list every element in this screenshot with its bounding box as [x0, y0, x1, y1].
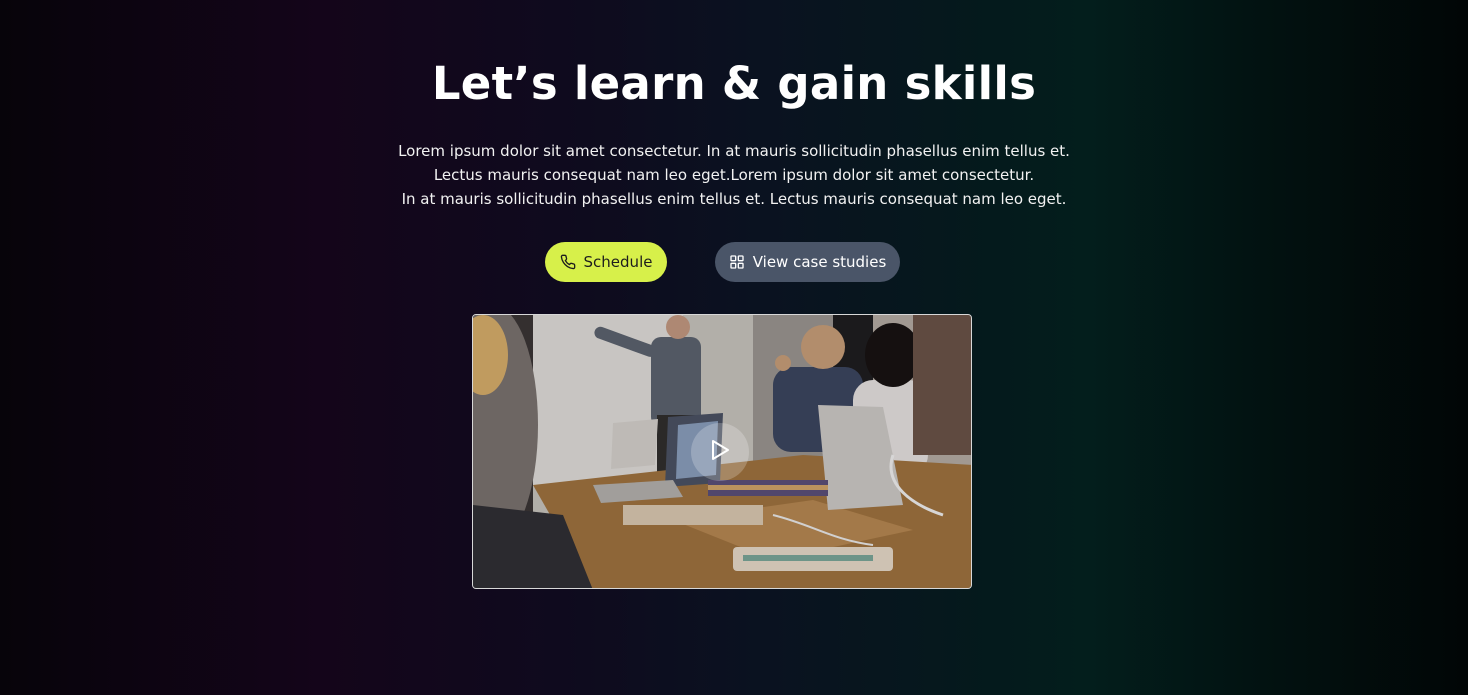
view-case-studies-label: View case studies — [752, 253, 887, 271]
play-button[interactable] — [691, 423, 749, 481]
video-player[interactable] — [472, 314, 972, 589]
view-case-studies-button[interactable]: View case studies — [715, 242, 900, 282]
play-icon — [709, 438, 731, 466]
description-line-2: Lectus mauris consequat nam leo eget.Lor… — [433, 166, 1035, 184]
schedule-button-label: Schedule — [583, 253, 653, 271]
hero-section: Let’s learn & gain skills Lorem ipsum do… — [0, 0, 1468, 695]
schedule-button[interactable]: Schedule — [545, 242, 667, 282]
description-line-3: In at mauris sollicitudin phasellus enim… — [401, 190, 1067, 208]
phone-icon — [560, 254, 576, 270]
description-line-1: Lorem ipsum dolor sit amet consectetur. … — [398, 142, 1070, 160]
hero-description: Lorem ipsum dolor sit amet consectetur. … — [234, 139, 1234, 211]
grid-icon — [729, 254, 745, 270]
hero-title: Let’s learn & gain skills — [431, 57, 1037, 110]
